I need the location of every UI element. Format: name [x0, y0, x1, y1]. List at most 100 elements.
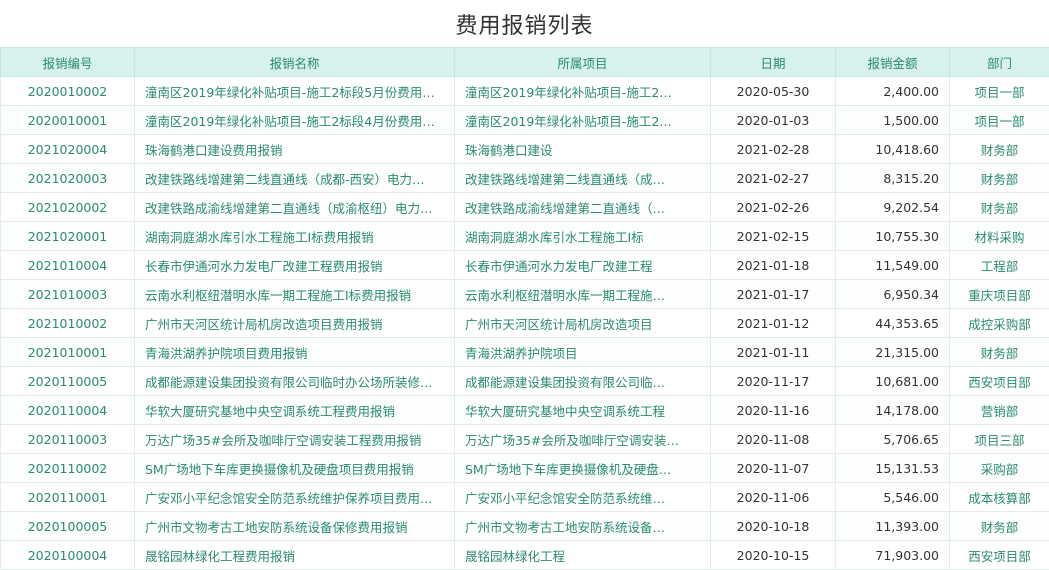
date-cell: 2020-10-18: [710, 511, 836, 541]
col-header-project[interactable]: 所属项目: [454, 47, 711, 77]
date-cell: 2020-11-17: [710, 366, 836, 396]
page-title: 费用报销列表: [455, 13, 594, 39]
table-row[interactable]: 2020110005 成都能源建设集团投资有限公司临时办公场所装修… 成都能源建设集…: [0, 366, 1049, 396]
name-cell[interactable]: 改建铁路线增建第二线直通线（成都-西安）电力…: [134, 163, 455, 193]
department-cell: 重庆项目部: [949, 279, 1049, 309]
table-row[interactable]: 2021010001 青海洪湖养护院项目费用报销 青海洪湖养护院项目 2021-01-…: [0, 337, 1049, 367]
name-cell[interactable]: 湖南洞庭湖水库引水工程施工I标费用报销: [134, 221, 455, 251]
department-cell: 材料采购: [949, 221, 1049, 251]
id-cell: 2021020004: [0, 134, 135, 164]
table-row[interactable]: 2021020001 湖南洞庭湖水库引水工程施工I标费用报销 湖南洞庭湖水库引水工程…: [0, 221, 1049, 251]
project-cell[interactable]: 晟铭园林绿化工程: [454, 540, 711, 570]
name-cell[interactable]: 潼南区2019年绿化补贴项目-施工2标段5月份费用…: [134, 76, 455, 106]
project-cell[interactable]: 广州市天河区统计局机房改造项目: [454, 308, 711, 338]
table-row[interactable]: 2020110002 SM广场地下车库更换摄像机及硬盘项目费用报销 SM广场地下车库…: [0, 453, 1049, 483]
date-cell: 2021-02-27: [710, 163, 836, 193]
name-cell[interactable]: 成都能源建设集团投资有限公司临时办公场所装修…: [134, 366, 455, 396]
project-cell[interactable]: SM广场地下车库更换摄像机及硬盘…: [454, 453, 711, 483]
id-cell: 2021010004: [0, 250, 135, 280]
id-cell: 2020010002: [0, 76, 135, 106]
amount-cell: 6,950.34: [835, 279, 950, 309]
name-cell[interactable]: 青海洪湖养护院项目费用报销: [134, 337, 455, 367]
name-cell[interactable]: 云南水利枢纽潜明水库一期工程施工I标费用报销: [134, 279, 455, 309]
date-cell: 2020-11-07: [710, 453, 836, 483]
id-cell: 2021010003: [0, 279, 135, 309]
table-header-row: 报销编号 报销名称 所属项目 日期 报销金额 部门: [0, 47, 1049, 77]
name-cell[interactable]: 广州市天河区统计局机房改造项目费用报销: [134, 308, 455, 338]
department-cell: 工程部: [949, 250, 1049, 280]
table-row[interactable]: 2021020004 珠海鹤港口建设费用报销 珠海鹤港口建设 2021-02-28 10…: [0, 134, 1049, 164]
id-cell: 2020010001: [0, 105, 135, 135]
table-row[interactable]: 2020110004 华软大厦研究基地中央空调系统工程费用报销 华软大厦研究基地中央…: [0, 395, 1049, 425]
table-row[interactable]: 2021020003 改建铁路线增建第二线直通线（成都-西安）电力… 改建铁路线增建…: [0, 163, 1049, 193]
id-cell: 2021020001: [0, 221, 135, 251]
date-cell: 2020-01-03: [710, 105, 836, 135]
name-cell[interactable]: 晟铭园林绿化工程费用报销: [134, 540, 455, 570]
department-cell: 西安项目部: [949, 366, 1049, 396]
table-row[interactable]: 2021010003 云南水利枢纽潜明水库一期工程施工I标费用报销 云南水利枢纽潜明…: [0, 279, 1049, 309]
col-header-date[interactable]: 日期: [710, 47, 836, 77]
col-header-name[interactable]: 报销名称: [134, 47, 455, 77]
department-cell: 财务部: [949, 192, 1049, 222]
name-cell[interactable]: 珠海鹤港口建设费用报销: [134, 134, 455, 164]
col-header-id[interactable]: 报销编号: [0, 47, 135, 77]
table-row[interactable]: 2020110001 广安邓小平纪念馆安全防范系统维护保养项目费用… 广安邓小平纪念…: [0, 482, 1049, 512]
project-cell[interactable]: 湖南洞庭湖水库引水工程施工I标: [454, 221, 711, 251]
table-row[interactable]: 2020110003 万达广场35#会所及咖啡厅空调安装工程费用报销 万达广场35#…: [0, 424, 1049, 454]
project-cell[interactable]: 改建铁路线增建第二线直通线（成…: [454, 163, 711, 193]
name-cell[interactable]: 华软大厦研究基地中央空调系统工程费用报销: [134, 395, 455, 425]
amount-cell: 11,549.00: [835, 250, 950, 280]
table-row[interactable]: 2021010004 长春市伊通河水力发电厂改建工程费用报销 长春市伊通河水力发电厂…: [0, 250, 1049, 280]
amount-cell: 8,315.20: [835, 163, 950, 193]
id-cell: 2020110003: [0, 424, 135, 454]
table-row[interactable]: 2020100005 广州市文物考古工地安防系统设备保修费用报销 广州市文物考古工地…: [0, 511, 1049, 541]
project-cell[interactable]: 改建铁路成渝线增建第二直通线（…: [454, 192, 711, 222]
id-cell: 2020110002: [0, 453, 135, 483]
project-cell[interactable]: 长春市伊通河水力发电厂改建工程: [454, 250, 711, 280]
id-cell: 2021010001: [0, 337, 135, 367]
name-cell[interactable]: 广州市文物考古工地安防系统设备保修费用报销: [134, 511, 455, 541]
project-cell[interactable]: 万达广场35#会所及咖啡厅空调安装…: [454, 424, 711, 454]
project-cell[interactable]: 成都能源建设集团投资有限公司临…: [454, 366, 711, 396]
name-cell[interactable]: 广安邓小平纪念馆安全防范系统维护保养项目费用…: [134, 482, 455, 512]
project-cell[interactable]: 潼南区2019年绿化补贴项目-施工2…: [454, 105, 711, 135]
date-cell: 2020-11-08: [710, 424, 836, 454]
amount-cell: 5,706.65: [835, 424, 950, 454]
name-cell[interactable]: 改建铁路成渝线增建第二直通线（成渝枢纽）电力…: [134, 192, 455, 222]
project-cell[interactable]: 珠海鹤港口建设: [454, 134, 711, 164]
project-cell[interactable]: 华软大厦研究基地中央空调系统工程: [454, 395, 711, 425]
id-cell: 2020100005: [0, 511, 135, 541]
amount-cell: 44,353.65: [835, 308, 950, 338]
date-cell: 2021-02-28: [710, 134, 836, 164]
project-cell[interactable]: 青海洪湖养护院项目: [454, 337, 711, 367]
table-body: 2020010002 潼南区2019年绿化补贴项目-施工2标段5月份费用… 潼南区2…: [0, 76, 1049, 570]
date-cell: 2021-02-26: [710, 192, 836, 222]
project-cell[interactable]: 潼南区2019年绿化补贴项目-施工2…: [454, 76, 711, 106]
name-cell[interactable]: 长春市伊通河水力发电厂改建工程费用报销: [134, 250, 455, 280]
department-cell: 财务部: [949, 163, 1049, 193]
amount-cell: 15,131.53: [835, 453, 950, 483]
table-row[interactable]: 2021010002 广州市天河区统计局机房改造项目费用报销 广州市天河区统计局机房…: [0, 308, 1049, 338]
department-cell: 财务部: [949, 134, 1049, 164]
project-cell[interactable]: 广州市文物考古工地安防系统设备…: [454, 511, 711, 541]
id-cell: 2021010002: [0, 308, 135, 338]
id-cell: 2021020003: [0, 163, 135, 193]
date-cell: 2021-01-12: [710, 308, 836, 338]
name-cell[interactable]: 潼南区2019年绿化补贴项目-施工2标段4月份费用…: [134, 105, 455, 135]
name-cell[interactable]: 万达广场35#会所及咖啡厅空调安装工程费用报销: [134, 424, 455, 454]
department-cell: 财务部: [949, 337, 1049, 367]
name-cell[interactable]: SM广场地下车库更换摄像机及硬盘项目费用报销: [134, 453, 455, 483]
table-row[interactable]: 2020100004 晟铭园林绿化工程费用报销 晟铭园林绿化工程 2020-10-15…: [0, 540, 1049, 570]
date-cell: 2020-11-06: [710, 482, 836, 512]
amount-cell: 11,393.00: [835, 511, 950, 541]
table-row[interactable]: 2020010001 潼南区2019年绿化补贴项目-施工2标段4月份费用… 潼南区2…: [0, 105, 1049, 135]
date-cell: 2021-01-17: [710, 279, 836, 309]
col-header-department[interactable]: 部门: [949, 47, 1049, 77]
amount-cell: 5,546.00: [835, 482, 950, 512]
project-cell[interactable]: 广安邓小平纪念馆安全防范系统维…: [454, 482, 711, 512]
table-row[interactable]: 2021020002 改建铁路成渝线增建第二直通线（成渝枢纽）电力… 改建铁路成渝线…: [0, 192, 1049, 222]
col-header-amount[interactable]: 报销金额: [835, 47, 950, 77]
expense-table: 报销编号 报销名称 所属项目 日期 报销金额 部门 2020010002 潼南区2…: [0, 47, 1049, 570]
project-cell[interactable]: 云南水利枢纽潜明水库一期工程施…: [454, 279, 711, 309]
table-row[interactable]: 2020010002 潼南区2019年绿化补贴项目-施工2标段5月份费用… 潼南区2…: [0, 76, 1049, 106]
